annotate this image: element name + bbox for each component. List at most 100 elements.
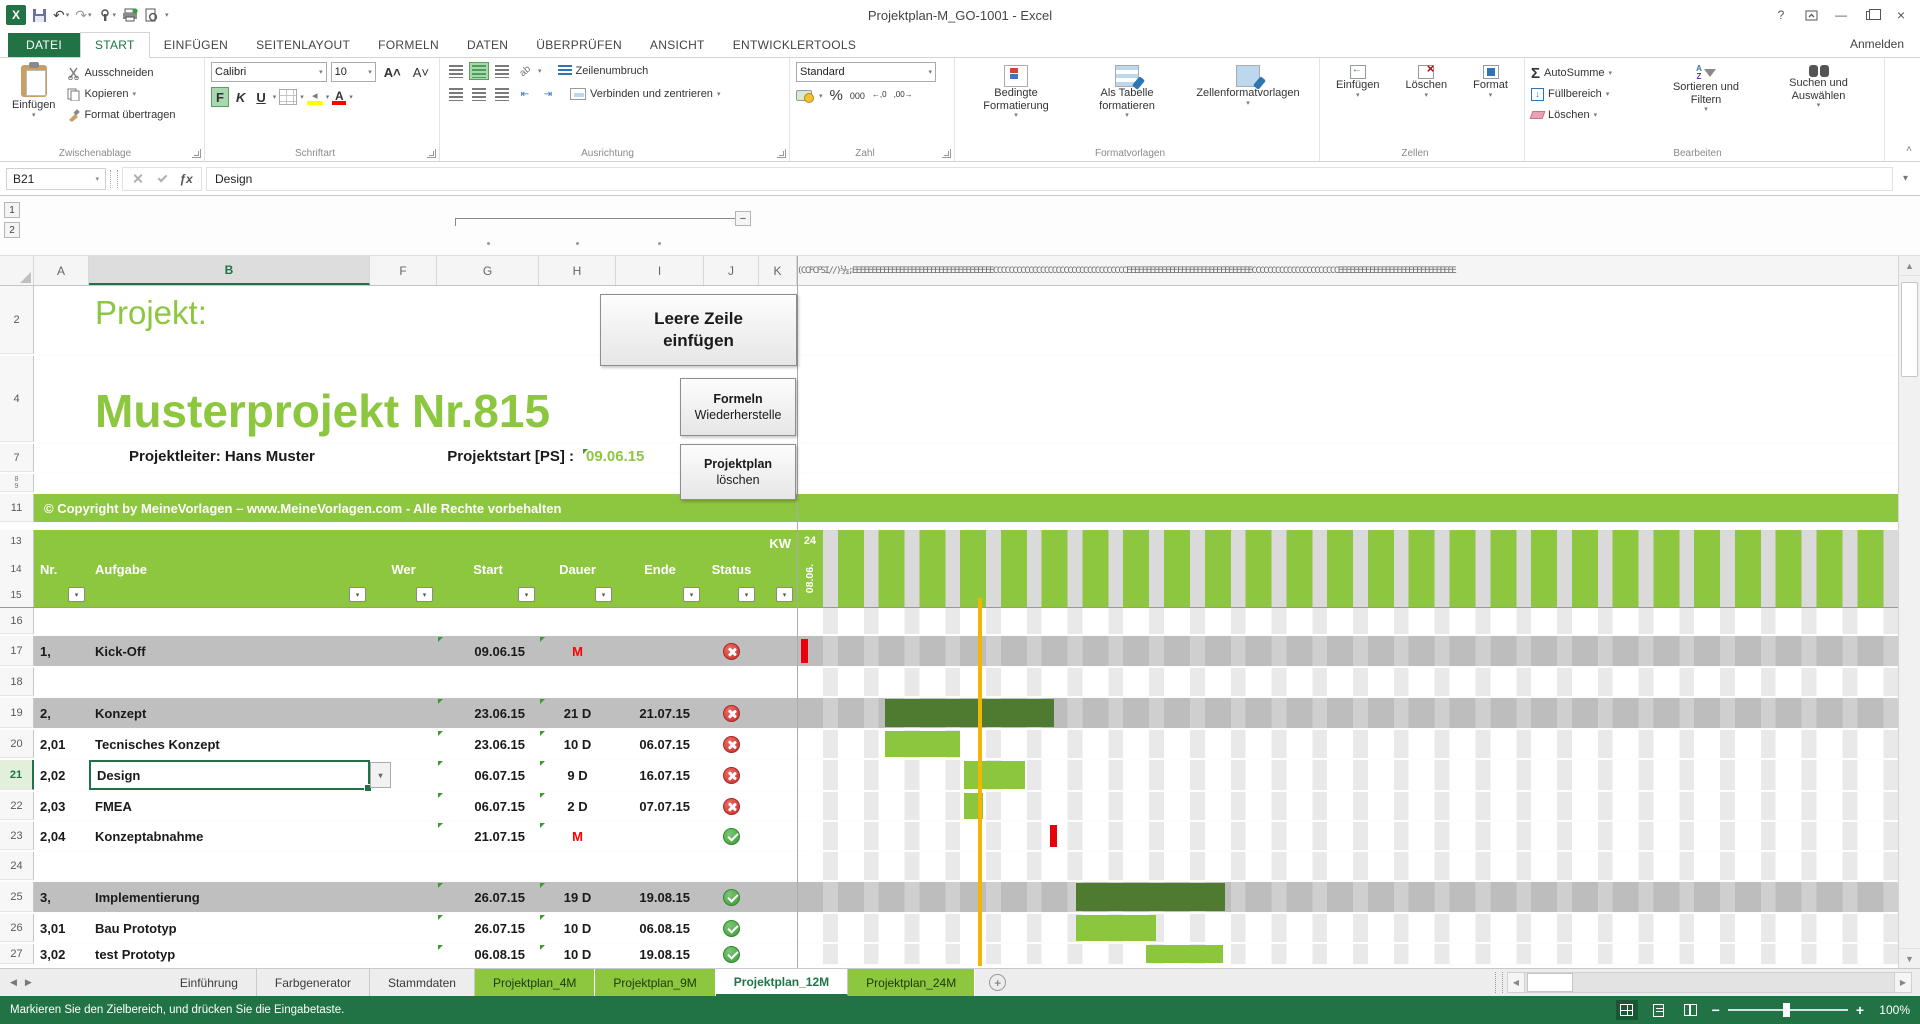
fill-color-button[interactable]: ◂ (307, 89, 323, 105)
select-all-corner[interactable] (0, 256, 34, 285)
cell-H20[interactable]: 10 D (539, 730, 616, 758)
cell-K27[interactable] (759, 944, 797, 964)
cell-F25[interactable] (370, 882, 437, 912)
cell-A19[interactable]: 2, (34, 698, 89, 728)
cell-B19[interactable]: Konzept (89, 698, 370, 728)
clear-button[interactable]: Löschen▾ (1531, 106, 1646, 124)
page-layout-view-button[interactable] (1648, 1000, 1670, 1020)
scroll-down-arrow[interactable]: ▼ (1899, 948, 1920, 968)
vertical-scrollbar[interactable]: ▲ ▼ (1898, 256, 1920, 968)
format-as-table-button[interactable]: Als Tabelle formatieren▾ (1078, 62, 1176, 145)
ribbon-tab-einfügen[interactable]: EINFÜGEN (150, 33, 242, 57)
cell-A17[interactable]: 1, (34, 636, 89, 666)
row-header-13[interactable]: 13 (0, 536, 32, 547)
row-header-27[interactable]: 27 (0, 944, 34, 964)
format-cells-button[interactable]: Format▾ (1467, 62, 1514, 145)
cell-K20[interactable] (759, 730, 797, 758)
zoom-percentage[interactable]: 100% (1874, 1003, 1910, 1017)
redo-icon[interactable]: ↷▾ (75, 7, 91, 24)
copy-button[interactable]: Kopieren▾ (67, 85, 175, 103)
cell-K19[interactable] (759, 698, 797, 728)
increase-decimal-button[interactable]: ←,0 (872, 91, 887, 100)
filter-button-i[interactable]: ▾ (683, 587, 700, 602)
gantt-bar-design[interactable] (964, 761, 1025, 789)
cell-G27[interactable]: 06.08.15 (437, 944, 539, 964)
cell-K23[interactable] (759, 822, 797, 850)
cell-K21[interactable] (759, 760, 797, 790)
cell-J27[interactable] (704, 944, 759, 964)
cell-G21[interactable]: 06.07.15 (437, 760, 539, 790)
hscroll-right-arrow[interactable]: ▶ (1894, 972, 1912, 993)
horizontal-scrollbar[interactable]: ◀ ▶ (1495, 972, 1912, 993)
row-header-19[interactable]: 19 (0, 698, 34, 728)
cell-I27[interactable]: 19.08.15 (616, 944, 704, 964)
borders-button[interactable] (279, 89, 297, 105)
comma-style-button[interactable]: 000 (850, 91, 865, 101)
filter-button-g[interactable]: ▾ (518, 587, 535, 602)
orientation-button[interactable]: ab (512, 58, 539, 85)
insert-function-button[interactable]: ƒx (175, 172, 197, 186)
delete-cells-button[interactable]: Löschen▾ (1399, 62, 1453, 145)
zoom-in-button[interactable]: + (1856, 1002, 1864, 1018)
row-header-9[interactable]: 9 (15, 483, 19, 490)
cell-I21[interactable]: 16.07.15 (616, 760, 704, 790)
gantt-bar-tecnisches-konzept[interactable] (885, 731, 960, 757)
cell-styles-button[interactable]: Zellenformatvorlagen▾ (1184, 62, 1312, 145)
percent-style-button[interactable]: % (830, 87, 843, 104)
row-header-18[interactable]: 18 (0, 668, 34, 696)
outline-level-2-button[interactable]: 2 (4, 222, 20, 238)
gantt-bar-implementierung[interactable] (1076, 883, 1225, 911)
cell-B16[interactable] (89, 608, 370, 634)
align-middle-button[interactable] (469, 62, 489, 80)
collapse-ribbon-button[interactable]: ˄ (1906, 144, 1912, 155)
filter-button-b[interactable]: ▾ (349, 587, 366, 602)
cell-G22[interactable]: 06.07.15 (437, 792, 539, 820)
expand-formula-bar-button[interactable]: ▾ (1897, 173, 1914, 184)
horizontal-scroll-thumb[interactable] (1527, 973, 1573, 992)
row-header-7[interactable]: 7 (0, 444, 34, 472)
cell-B24[interactable] (89, 852, 370, 880)
cell-G24[interactable] (437, 852, 539, 880)
collapse-group-button[interactable]: − (735, 211, 751, 226)
selected-cell-b21[interactable]: Design▾ (89, 760, 370, 790)
vertical-scroll-thumb[interactable] (1901, 282, 1918, 377)
row-header-23[interactable]: 23 (0, 822, 34, 850)
row-header-20[interactable]: 20 (0, 730, 34, 758)
cell-B18[interactable] (89, 668, 370, 696)
filter-button-f[interactable]: ▾ (416, 587, 433, 602)
row-header-21[interactable]: 21 (0, 760, 34, 790)
excel-logo-icon[interactable]: X (6, 5, 26, 25)
cell-K24[interactable] (759, 852, 797, 880)
cell-H26[interactable]: 10 D (539, 914, 616, 942)
cell-J21[interactable] (704, 760, 759, 790)
cell-A26[interactable]: 3,01 (34, 914, 89, 942)
cell-K25[interactable] (759, 882, 797, 912)
sort-filter-button[interactable]: AZ Sortieren und Filtern▾ (1652, 62, 1760, 145)
align-left-button[interactable] (446, 85, 466, 103)
cell-H17[interactable]: M (539, 636, 616, 666)
cell-F18[interactable] (370, 668, 437, 696)
cell-I19[interactable]: 21.07.15 (616, 698, 704, 728)
number-dialog-launcher[interactable] (942, 149, 951, 158)
cell-J25[interactable] (704, 882, 759, 912)
name-box[interactable]: B21▾ (6, 168, 106, 190)
cell-I26[interactable]: 06.08.15 (616, 914, 704, 942)
sheet-nav-right-arrow[interactable]: ▶ (25, 977, 32, 988)
new-sheet-button[interactable]: + (989, 974, 1006, 991)
cancel-entry-button[interactable] (127, 172, 149, 186)
cell-K16[interactable] (759, 608, 797, 634)
outline-level-1-button[interactable]: 1 (4, 202, 20, 218)
sheet-nav-left-arrow[interactable]: ◀ (10, 977, 17, 988)
project-start-date[interactable]: 09.06.15 (582, 448, 644, 465)
cell-F16[interactable] (370, 608, 437, 634)
cell-J26[interactable] (704, 914, 759, 942)
filter-button-h[interactable]: ▾ (595, 587, 612, 602)
cell-F19[interactable] (370, 698, 437, 728)
cell-J17[interactable] (704, 636, 759, 666)
cell-F26[interactable] (370, 914, 437, 942)
sheet-tab-projektplan_4m[interactable]: Projektplan_4M (475, 969, 595, 996)
row-header-24[interactable]: 24 (0, 852, 34, 880)
sheet-tab-projektplan_12m[interactable]: Projektplan_12M (716, 969, 848, 996)
clipboard-dialog-launcher[interactable] (192, 149, 201, 158)
wrap-text-button[interactable]: Zeilenumbruch (558, 62, 649, 80)
